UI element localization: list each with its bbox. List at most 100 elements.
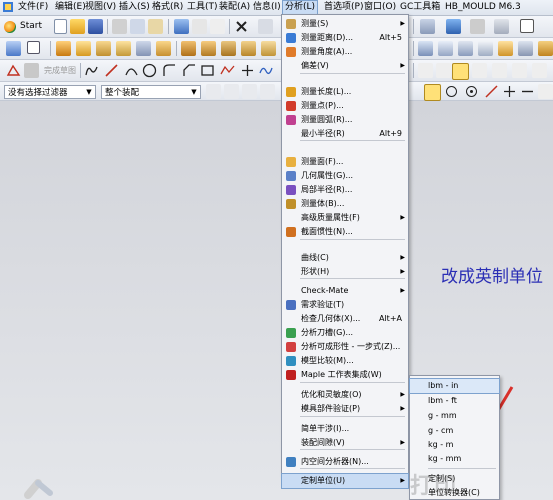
analysis-menu-item[interactable]: 内空间分析器(N)... [282, 455, 408, 469]
analysis-menu-item[interactable]: 曲线(C) ▶ [282, 251, 408, 265]
units-menu-item[interactable]: lbm - ft [410, 394, 499, 408]
menu-insert[interactable]: 插入(S) [117, 1, 152, 14]
units-menu-item[interactable]: kg - mm [410, 452, 499, 466]
analysis-menu-item[interactable]: 几何属性(G)... [282, 169, 408, 183]
analysis-menu-item[interactable]: 最小半径(R) Alt+9 [282, 127, 408, 141]
analysis-menu-item[interactable]: 测量圆弧(R)... [282, 113, 408, 127]
snap-midpoint-icon[interactable] [436, 63, 451, 78]
analysis-menu-item[interactable]: 需求验证(T) [282, 298, 408, 312]
shaded-icon[interactable] [470, 19, 485, 34]
analysis-menu-item[interactable]: 装配间隙(V) ▶ [282, 436, 408, 450]
analysis-menu-item[interactable]: 测量角度(A)... [282, 45, 408, 59]
type-filter-select[interactable]: 没有选择过滤器 ▼ [4, 85, 96, 99]
paste-icon[interactable] [148, 19, 163, 34]
units-menu-item[interactable]: g - cm [410, 424, 499, 438]
select-filter-icon[interactable] [206, 84, 221, 99]
menu-analysis[interactable]: 分析(L) [282, 0, 319, 15]
select-feature-icon[interactable] [242, 84, 257, 99]
copy-icon[interactable] [130, 19, 145, 34]
revolve-icon[interactable] [76, 41, 91, 56]
snap-tangent-icon[interactable] [532, 63, 547, 78]
analysis-menu-item[interactable]: 检查几何体(X)... Alt+A [282, 312, 408, 326]
snap-cross-icon[interactable] [502, 84, 517, 99]
select-all-icon[interactable] [224, 84, 239, 99]
menu-format[interactable]: 格式(R) [150, 1, 185, 14]
polygon-icon[interactable] [220, 63, 235, 78]
mould-icon[interactable] [538, 41, 553, 56]
assembly-scope-select[interactable]: 整个装配 ▼ [101, 85, 201, 99]
snap-intersection-icon[interactable] [512, 63, 527, 78]
units-menu-item[interactable]: lbm - in [409, 378, 500, 394]
analysis-menu-item[interactable]: 模具部件验证(P) ▶ [282, 402, 408, 416]
window-icon[interactable] [520, 19, 534, 33]
snap-more-icon[interactable] [538, 84, 553, 99]
cut-icon[interactable] [112, 19, 127, 34]
line-icon[interactable] [104, 63, 119, 78]
finish-sketch-icon[interactable] [24, 63, 39, 78]
menu-preferences[interactable]: 首选项(P) [322, 1, 365, 14]
menu-file[interactable]: 文件(F) [16, 1, 50, 14]
undo-icon[interactable] [174, 19, 189, 34]
analysis-menu-item[interactable]: 测量面(F)... [282, 155, 408, 169]
analysis-menu-item[interactable]: 测量长度(L)... [282, 85, 408, 99]
boss-icon[interactable] [116, 41, 131, 56]
menu-hb-mould[interactable]: HB_MOULD M6.3 [443, 1, 523, 14]
profile-icon[interactable] [84, 63, 99, 78]
csys-icon[interactable] [458, 41, 473, 56]
menu-assembly[interactable]: 装配(A) [217, 1, 252, 14]
component-icon[interactable] [518, 41, 533, 56]
save-icon[interactable] [88, 19, 103, 34]
extrude-icon[interactable] [56, 41, 71, 56]
show-hide-icon[interactable] [258, 19, 273, 34]
analysis-menu-item[interactable]: 模型比较(M)... [282, 354, 408, 368]
repeat-icon[interactable] [210, 19, 225, 34]
menu-tools[interactable]: 工具(T) [185, 1, 220, 14]
shell-icon[interactable] [156, 41, 171, 56]
assembly-icon[interactable] [498, 41, 513, 56]
hole-icon[interactable] [96, 41, 111, 56]
analysis-menu-item[interactable]: 优化和灵敏度(O) ▶ [282, 388, 408, 402]
wcs-icon[interactable] [438, 41, 453, 56]
snap-center-icon[interactable] [472, 63, 487, 78]
offset-face-icon[interactable] [241, 41, 256, 56]
redo-icon[interactable] [192, 19, 207, 34]
open-folder-icon[interactable] [70, 19, 85, 34]
layer-icon[interactable] [418, 41, 433, 56]
snap-center-point-icon[interactable] [464, 84, 479, 99]
sketch-task-icon[interactable] [6, 63, 21, 78]
analysis-menu-item[interactable]: 高级质量属性(F) ▶ [282, 211, 408, 225]
menu-info[interactable]: 信息(I) [251, 1, 283, 14]
analysis-menu-item[interactable]: 偏差(V) ▶ [282, 59, 408, 73]
point-icon[interactable] [240, 63, 255, 78]
circle-icon[interactable] [142, 63, 157, 78]
snap-line-icon[interactable] [484, 84, 499, 99]
units-menu-item[interactable]: kg - m [410, 438, 499, 452]
analysis-menu-item[interactable]: 截面惯性(N)... [282, 225, 408, 239]
snap-active-icon[interactable] [452, 63, 469, 80]
new-file-icon[interactable] [54, 19, 67, 34]
analysis-menu-item[interactable]: 测量(S) ▶ [282, 17, 408, 31]
sketch-icon[interactable] [6, 41, 21, 56]
chamfer-icon[interactable] [201, 41, 216, 56]
snap-circle-icon[interactable] [444, 84, 459, 99]
snap-endpoint-icon[interactable] [418, 63, 433, 78]
snap-quadrant-icon[interactable] [492, 63, 507, 78]
arc-icon[interactable] [124, 63, 139, 78]
finish-sketch-label[interactable]: 完成草图 [44, 65, 76, 76]
unite-icon[interactable] [136, 41, 151, 56]
analysis-menu-item[interactable]: 测量体(B)... [282, 197, 408, 211]
analysis-menu-item[interactable]: 测量点(P)... [282, 99, 408, 113]
edge-blend-icon[interactable] [181, 41, 196, 56]
render-style-icon[interactable] [446, 19, 461, 34]
analysis-menu-item[interactable]: 简单干涉(I)... [282, 422, 408, 436]
analysis-menu-item[interactable]: Maple 工作表集成(W) [282, 368, 408, 382]
trim-body-icon[interactable] [261, 41, 276, 56]
view-orient-icon[interactable] [420, 19, 435, 34]
start-button[interactable]: Start [4, 19, 42, 34]
menu-gc-toolbox[interactable]: GC工具箱 [398, 1, 442, 14]
menu-window[interactable]: 窗口(O) [362, 1, 398, 14]
snap-midline-icon[interactable] [520, 84, 535, 99]
measure-toolbar-icon[interactable] [478, 41, 493, 56]
analysis-menu-item[interactable]: 测量距离(D)... Alt+5 [282, 31, 408, 45]
menu-view[interactable]: 视图(V) [83, 1, 118, 14]
